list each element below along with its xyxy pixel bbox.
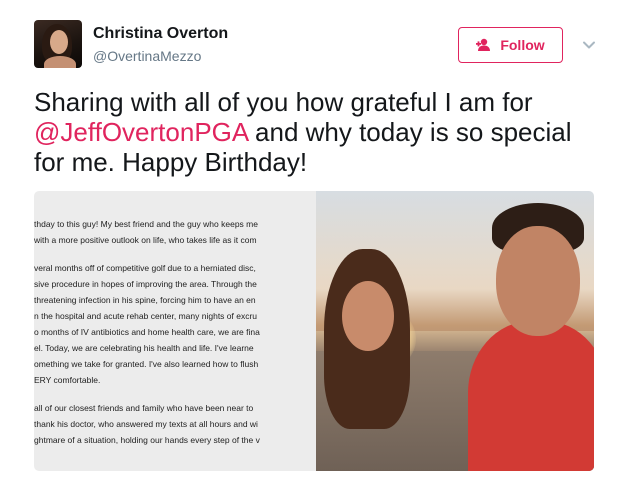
avatar-face — [50, 30, 68, 54]
man-face — [496, 226, 580, 336]
letter-line: n the hospital and acute rehab center, m… — [34, 311, 258, 321]
add-user-icon — [476, 38, 491, 51]
follow-button-label: Follow — [500, 37, 545, 53]
tweet-text-before: Sharing with all of you how grateful I a… — [34, 87, 533, 117]
letter-line: all of our closest friends and family wh… — [34, 403, 254, 413]
beach-photo — [316, 191, 594, 471]
mention-link[interactable]: @JeffOvertonPGA — [34, 117, 248, 147]
letter-line: omething we take for granted. I've also … — [34, 359, 259, 369]
follow-button[interactable]: Follow — [458, 27, 563, 63]
letter-line: ERY comfortable. — [34, 375, 101, 385]
display-name[interactable]: Christina Overton — [93, 25, 228, 43]
tweet-text: Sharing with all of you how grateful I a… — [34, 87, 604, 177]
letter-line: threatening infection in his spine, forc… — [34, 295, 256, 305]
man-shirt — [468, 321, 594, 471]
woman-face — [342, 281, 394, 351]
letter-line: thday to this guy! My best friend and th… — [34, 219, 258, 229]
avatar[interactable] — [34, 20, 82, 68]
tweet-media[interactable]: thday to this guy! My best friend and th… — [34, 191, 594, 471]
letter-line: with a more positive outlook on life, wh… — [34, 235, 257, 245]
letter-line: o months of IV antibiotics and home heal… — [34, 327, 260, 337]
user-handle[interactable]: @OvertinaMezzo — [93, 48, 201, 64]
chevron-down-icon[interactable] — [582, 38, 596, 52]
letter-image: thday to this guy! My best friend and th… — [34, 191, 320, 471]
letter-line: thank his doctor, who answered my texts … — [34, 419, 258, 429]
letter-line: veral months off of competitive golf due… — [34, 263, 256, 273]
avatar-shoulder — [44, 56, 76, 68]
letter-line: sive procedure in hopes of improving the… — [34, 279, 257, 289]
letter-line: el. Today, we are celebrating his health… — [34, 343, 254, 353]
letter-line: ghtmare of a situation, holding our hand… — [34, 435, 260, 445]
